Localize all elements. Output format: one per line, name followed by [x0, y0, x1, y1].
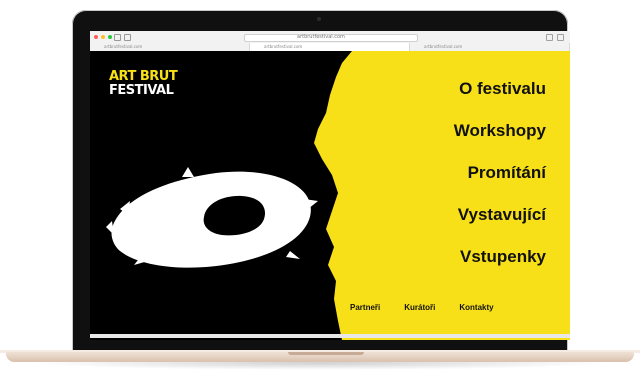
logo-line-1: ART BRUT — [109, 69, 178, 84]
footer-link-partneri[interactable]: Partneři — [350, 303, 380, 312]
camera-icon — [317, 17, 321, 21]
menu-item-workshopy[interactable]: Workshopy — [454, 121, 546, 141]
browser-actions — [546, 34, 564, 41]
menu-item-vstupenky[interactable]: Vstupenky — [454, 247, 546, 267]
laptop-base — [6, 352, 634, 362]
tab-strip: artbrutfestival.com artbrutfestival.com … — [90, 43, 570, 51]
footer-links: Partneři Kurátoři Kontakty — [350, 303, 494, 312]
tab-2[interactable]: artbrutfestival.com — [250, 43, 410, 51]
page-content: ART BRUT FESTIVAL O festivalu Workshopy … — [90, 51, 570, 340]
footer-link-kontakty[interactable]: Kontakty — [459, 303, 493, 312]
back-icon[interactable] — [114, 34, 121, 41]
tab-1[interactable]: artbrutfestival.com — [90, 43, 250, 51]
tab-3[interactable]: artbrutfestival.com — [410, 43, 570, 51]
browser-nav — [114, 34, 131, 41]
share-icon[interactable] — [546, 34, 553, 41]
menu-item-o-festivalu[interactable]: O festivalu — [454, 79, 546, 99]
close-dot-icon[interactable] — [94, 35, 98, 39]
menu-item-promitani[interactable]: Promítání — [454, 163, 546, 183]
address-bar-text: artbrutfestival.com — [297, 34, 345, 40]
window-controls — [94, 35, 112, 39]
minimize-dot-icon[interactable] — [101, 35, 105, 39]
white-brush-ring — [111, 171, 311, 268]
menu-item-vystavujici[interactable]: Vystavující — [454, 205, 546, 225]
maximize-dot-icon[interactable] — [108, 35, 112, 39]
main-menu: O festivalu Workshopy Promítání Vystavuj… — [454, 79, 546, 289]
address-bar[interactable]: artbrutfestival.com — [244, 34, 418, 42]
laptop-notch — [288, 352, 364, 355]
forward-icon[interactable] — [124, 34, 131, 41]
screen-bottom-bar — [90, 334, 570, 338]
footer-link-kuratori[interactable]: Kurátoři — [404, 303, 435, 312]
new-tab-icon[interactable] — [557, 34, 564, 41]
laptop-screen: artbrutfestival.com artbrutfestival.com … — [90, 31, 570, 340]
browser-chrome: artbrutfestival.com artbrutfestival.com … — [90, 31, 570, 52]
logo-line-2: FESTIVAL — [109, 83, 174, 98]
site-logo[interactable]: ART BRUT FESTIVAL — [109, 69, 178, 98]
